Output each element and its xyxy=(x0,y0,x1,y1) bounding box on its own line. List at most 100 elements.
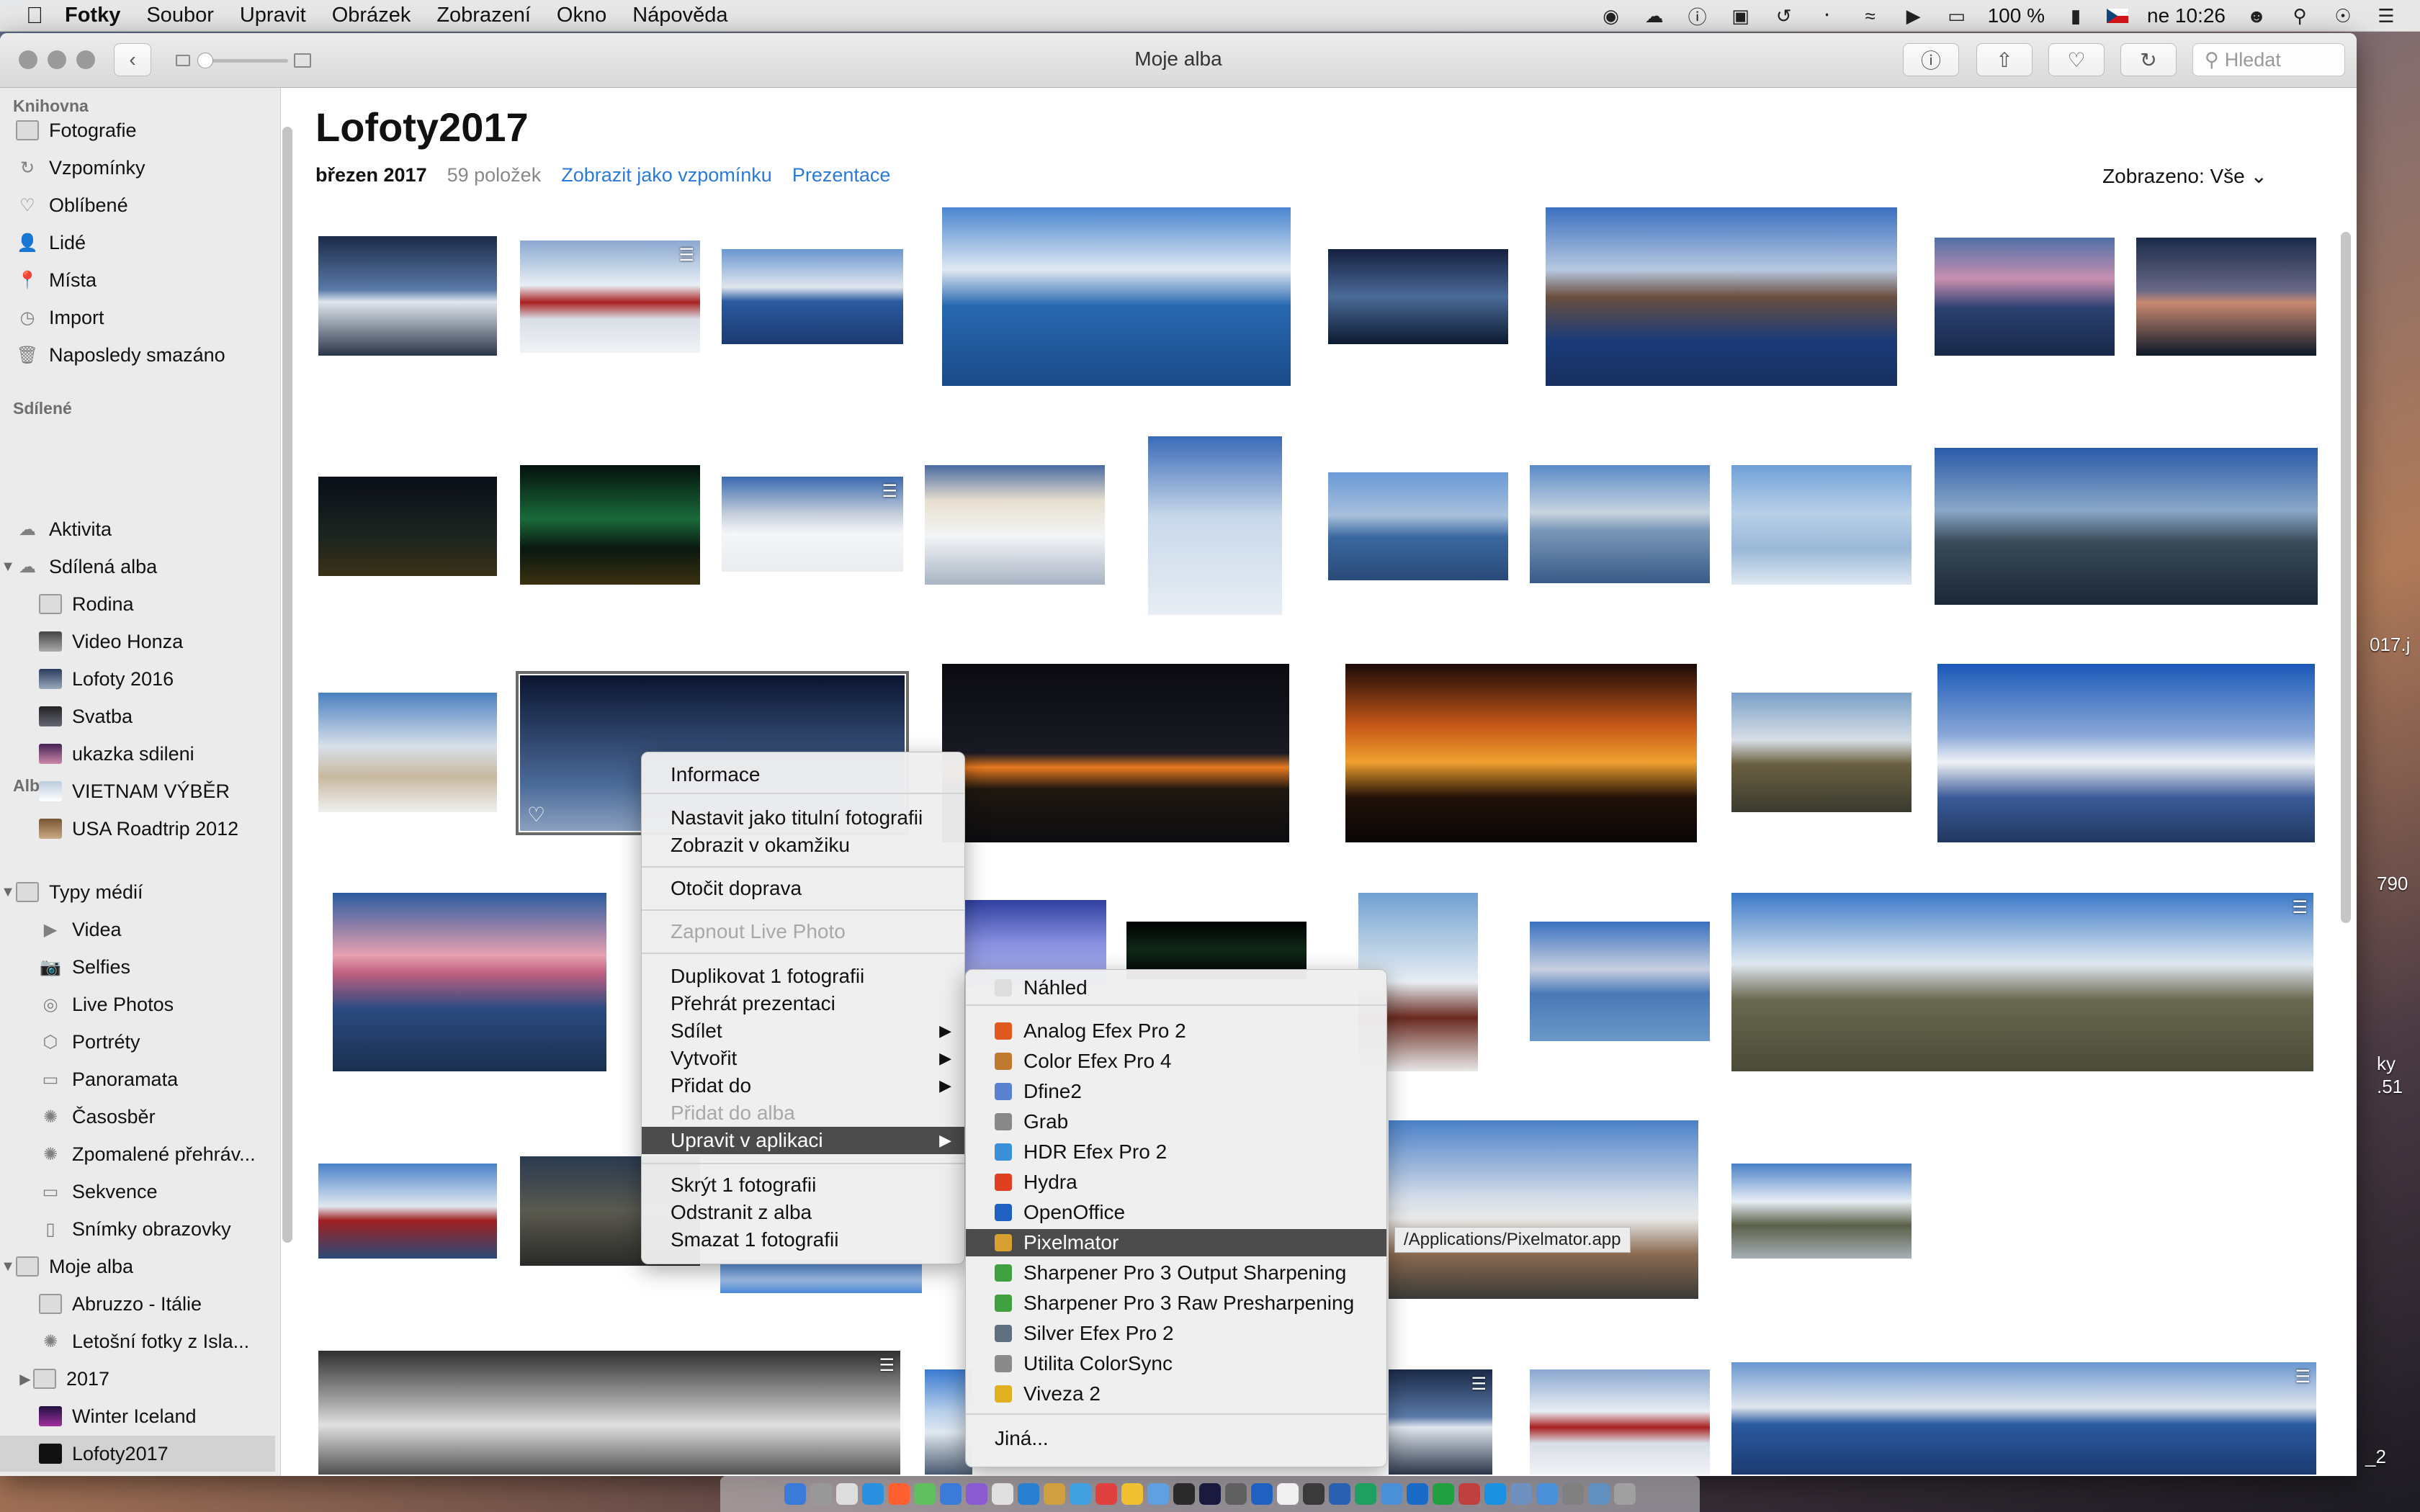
photo-thumbnail[interactable] xyxy=(318,477,497,576)
sidebar-item-wedding[interactable]: Svatba xyxy=(0,698,275,734)
sidebar-item-activity[interactable]: ☁ Aktivita xyxy=(0,511,275,547)
dock-app-icon[interactable] xyxy=(1484,1483,1506,1505)
dock-app-icon[interactable] xyxy=(1018,1483,1039,1505)
sidebar-item-panoramas[interactable]: ▭ Panoramata xyxy=(0,1061,275,1097)
sidebar-item-2017[interactable]: ▶ 2017 xyxy=(0,1361,275,1397)
zoom-slider[interactable] xyxy=(197,53,288,68)
dock-app-icon[interactable] xyxy=(1329,1483,1350,1505)
menu-item-rotate-right[interactable]: Otočit doprava xyxy=(642,875,964,902)
airplay-icon[interactable]: ▭ xyxy=(1945,5,1969,27)
info-icon[interactable]: ⓘ xyxy=(1685,6,1710,28)
user-icon[interactable]: ☻ xyxy=(2244,5,2269,27)
photo-thumbnail[interactable] xyxy=(1328,472,1508,580)
zoom-slider-knob[interactable] xyxy=(197,53,213,68)
menu-item-create[interactable]: Vytvořit ▶ xyxy=(642,1045,964,1072)
menu-app-name[interactable]: Fotky xyxy=(65,4,120,27)
dock-app-icon[interactable] xyxy=(836,1483,858,1505)
submenu-item-pixelmator[interactable]: Pixelmator xyxy=(966,1229,1386,1256)
sidebar-item-vietnam[interactable]: VIETNAM VÝBĚR xyxy=(0,773,275,809)
sidebar-item-favorites[interactable]: ♡ Oblíbené xyxy=(0,187,275,223)
dock-app-icon[interactable] xyxy=(1562,1483,1584,1505)
submenu-item-color-efex[interactable]: Color Efex Pro 4 xyxy=(966,1048,1386,1075)
photo-thumbnail[interactable] xyxy=(318,236,497,356)
menu-item-share[interactable]: Sdílet ▶ xyxy=(642,1017,964,1045)
dock-app-icon[interactable] xyxy=(1173,1483,1195,1505)
dock-app-icon[interactable] xyxy=(1147,1483,1169,1505)
battery-icon[interactable]: ▮ xyxy=(2063,5,2088,27)
clock[interactable]: ne 10:26 xyxy=(2147,4,2226,27)
share-button[interactable]: ⇧ xyxy=(1976,43,2033,76)
photo-status-icon[interactable]: ▣ xyxy=(1729,5,1753,27)
sidebar-item-shared-albums[interactable]: ▼ ☁ Sdílená alba xyxy=(0,549,275,585)
dock-app-icon[interactable] xyxy=(1251,1483,1273,1505)
bluetooth-icon[interactable]: ᛫ xyxy=(1815,5,1839,27)
search-field[interactable]: ⚲ Hledat xyxy=(2192,43,2345,76)
submenu-item-hydra[interactable]: Hydra xyxy=(966,1169,1386,1196)
submenu-item-viveza[interactable]: Viveza 2 xyxy=(966,1380,1386,1408)
dock-app-icon[interactable] xyxy=(992,1483,1013,1505)
wifi-icon[interactable]: ≈ xyxy=(1858,5,1883,27)
sidebar-item-bursts[interactable]: ▭ Sekvence xyxy=(0,1174,275,1210)
photo-thumbnail[interactable] xyxy=(1546,207,1897,386)
spotlight-icon[interactable]: ⚲ xyxy=(2287,5,2312,27)
menu-item-hide[interactable]: Skrýt 1 fotografii xyxy=(642,1171,964,1199)
disclosure-open-icon[interactable]: ▼ xyxy=(0,884,16,901)
photo-thumbnail[interactable]: ☰ xyxy=(1731,1362,2316,1475)
dock-app-icon[interactable] xyxy=(914,1483,936,1505)
menu-item-info[interactable]: Informace xyxy=(642,761,964,788)
photo-thumbnail[interactable] xyxy=(1345,664,1697,842)
submenu-item-grab[interactable]: Grab xyxy=(966,1108,1386,1135)
menu-item-remove-from-album[interactable]: Odstranit z alba xyxy=(642,1199,964,1226)
sidebar-item-winter-iceland[interactable]: Winter Iceland xyxy=(0,1398,275,1434)
photo-thumbnail[interactable] xyxy=(1937,664,2315,842)
show-as-memory-link[interactable]: Zobrazit jako vzpomínku xyxy=(561,164,772,186)
time-machine-icon[interactable]: ↺ xyxy=(1772,5,1796,27)
sidebar-item-memories[interactable]: ↻ Vzpomínky xyxy=(0,150,275,186)
dock-app-icon[interactable] xyxy=(1225,1483,1247,1505)
photo-thumbnail[interactable] xyxy=(520,465,700,585)
dock-app-icon[interactable] xyxy=(940,1483,962,1505)
sidebar-item-selfies[interactable]: 📷 Selfies xyxy=(0,949,275,985)
sidebar-item-bali2017[interactable]: Bali2017 xyxy=(0,1473,275,1476)
creative-cloud-icon[interactable]: ☁ xyxy=(1642,5,1667,27)
dock-app-icon[interactable] xyxy=(1303,1483,1325,1505)
sidebar-item-media-types[interactable]: ▼ Typy médií xyxy=(0,874,275,910)
menu-item-show-in-moment[interactable]: Zobrazit v okamžiku xyxy=(642,832,964,859)
dock-app-icon[interactable] xyxy=(1510,1483,1532,1505)
disclosure-open-icon[interactable]: ▼ xyxy=(0,559,16,575)
favorite-heart-icon[interactable]: ♡ xyxy=(527,803,545,827)
dock-app-icon[interactable] xyxy=(1044,1483,1065,1505)
photo-thumbnail[interactable] xyxy=(1530,1369,1710,1475)
photo-thumbnail[interactable] xyxy=(1731,1164,1912,1259)
menu-item-delete[interactable]: Smazat 1 fotografii xyxy=(642,1226,964,1254)
photo-thumbnail[interactable] xyxy=(1935,448,2318,605)
menu-item-play-slideshow[interactable]: Přehrát prezentaci xyxy=(642,990,964,1017)
sidebar-item-import[interactable]: ◷ Import xyxy=(0,300,275,336)
apple-menu-icon[interactable]:  xyxy=(26,2,43,29)
menu-item-set-key-photo[interactable]: Nastavit jako titulní fotografii xyxy=(642,804,964,832)
sidebar-item-places[interactable]: 📍 Místa xyxy=(0,262,275,298)
photo-thumbnail[interactable] xyxy=(2136,238,2316,356)
dock-app-icon[interactable] xyxy=(1407,1483,1428,1505)
slideshow-link[interactable]: Prezentace xyxy=(792,164,891,186)
submenu-item-analog-efex[interactable]: Analog Efex Pro 2 xyxy=(966,1017,1386,1045)
menu-item-edit-with[interactable]: Upravit v aplikaci ▶ xyxy=(642,1127,964,1154)
content-scrollbar[interactable] xyxy=(2341,232,2351,923)
photo-thumbnail[interactable]: ☰ xyxy=(1389,1369,1492,1475)
sidebar-item-my-albums[interactable]: ▼ Moje alba xyxy=(0,1248,275,1284)
dock-app-icon[interactable] xyxy=(810,1483,832,1505)
dock-app-icon[interactable] xyxy=(888,1483,910,1505)
submenu-item-sharpener-output[interactable]: Sharpener Pro 3 Output Sharpening xyxy=(966,1259,1386,1287)
zoom-button[interactable] xyxy=(76,50,95,69)
sidebar-item-abruzzo[interactable]: Abruzzo - Itálie xyxy=(0,1286,275,1322)
photo-thumbnail[interactable] xyxy=(1731,465,1912,585)
sidebar-item-family[interactable]: Rodina xyxy=(0,586,275,622)
sidebar-item-recently-deleted[interactable]: 🗑 Naposledy smazáno xyxy=(0,337,275,373)
dock-app-icon[interactable] xyxy=(1381,1483,1402,1505)
photo-thumbnail[interactable] xyxy=(1530,465,1710,583)
dock-app-icon[interactable] xyxy=(1536,1483,1558,1505)
dock-app-icon[interactable] xyxy=(1121,1483,1143,1505)
battery-percent[interactable]: 100 % xyxy=(1988,4,2045,27)
sidebar-item-slow-mo[interactable]: ✺ Zpomalené přehráv... xyxy=(0,1136,275,1172)
photo-thumbnail[interactable]: ☰ xyxy=(722,477,903,572)
